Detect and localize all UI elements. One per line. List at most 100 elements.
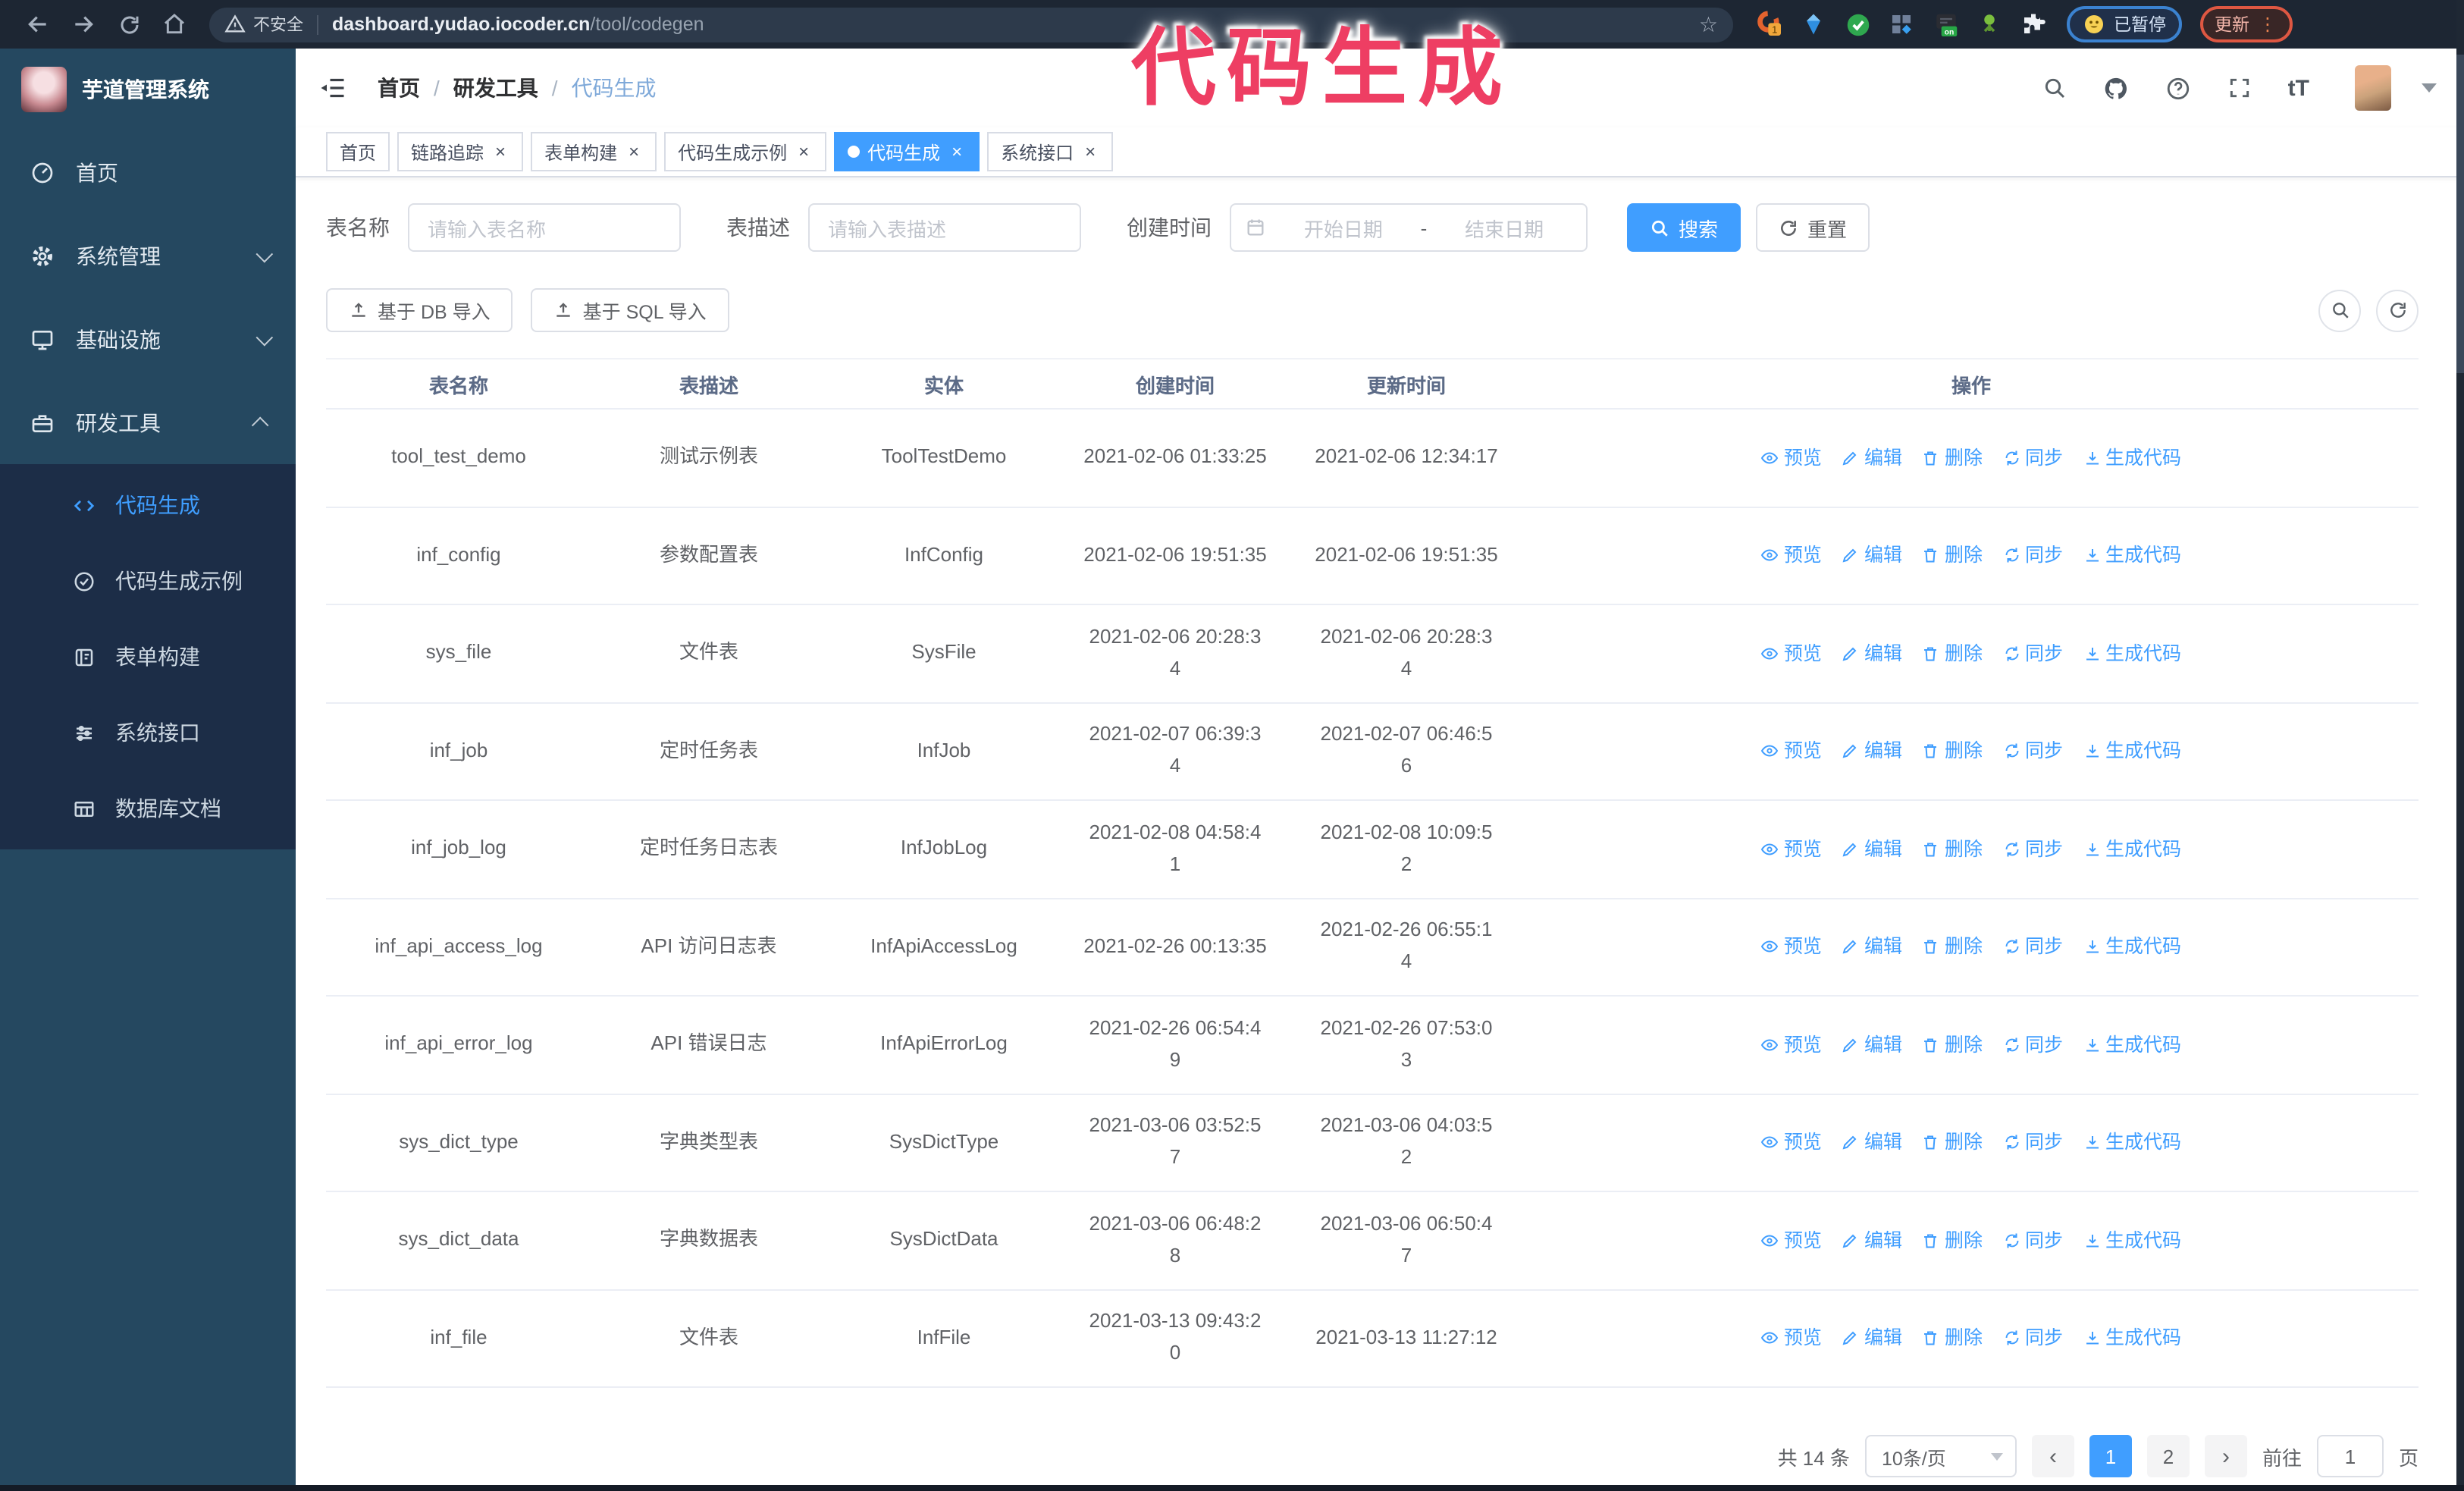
- tag-home[interactable]: 首页: [326, 132, 390, 171]
- generate-code-link[interactable]: 生成代码: [2083, 1226, 2181, 1256]
- generate-code-link[interactable]: 生成代码: [2083, 639, 2181, 669]
- date-range-picker[interactable]: 开始日期 - 结束日期: [1230, 203, 1588, 252]
- preview-link[interactable]: 预览: [1761, 443, 1822, 473]
- generate-code-link[interactable]: 生成代码: [2083, 541, 2181, 571]
- page-size-select[interactable]: 10条/页: [1864, 1435, 2017, 1477]
- delete-link[interactable]: 删除: [1922, 1030, 1983, 1060]
- preview-link[interactable]: 预览: [1761, 834, 1822, 865]
- sync-link[interactable]: 同步: [2002, 736, 2063, 767]
- sync-link[interactable]: 同步: [2002, 639, 2063, 669]
- sidebar-item-home[interactable]: 首页: [0, 130, 296, 214]
- fullscreen-button[interactable]: [2227, 76, 2252, 100]
- extensions-puzzle-icon[interactable]: [2018, 9, 2049, 39]
- generate-code-link[interactable]: 生成代码: [2083, 1128, 2181, 1158]
- generate-code-link[interactable]: 生成代码: [2083, 736, 2181, 767]
- delete-link[interactable]: 删除: [1922, 834, 1983, 865]
- extension-gem-icon[interactable]: [1798, 9, 1829, 39]
- bookmark-star-icon[interactable]: ☆: [1699, 11, 1718, 37]
- font-size-button[interactable]: tT: [2288, 75, 2309, 101]
- github-link[interactable]: [2103, 75, 2129, 101]
- search-button[interactable]: 搜索: [1627, 203, 1741, 252]
- sidebar-item-codegen-example[interactable]: 代码生成示例: [0, 543, 296, 619]
- delete-link[interactable]: 删除: [1922, 443, 1983, 473]
- sidebar-item-system-api[interactable]: 系统接口: [0, 695, 296, 771]
- goto-page-input[interactable]: 1: [2316, 1435, 2384, 1477]
- close-icon[interactable]: [625, 141, 643, 162]
- collapse-sidebar-button[interactable]: [320, 74, 347, 102]
- tag-tracing[interactable]: 链路追踪: [397, 132, 524, 171]
- page-button-1[interactable]: 1: [2089, 1435, 2132, 1477]
- edit-link[interactable]: 编辑: [1842, 736, 1902, 767]
- extension-check-icon[interactable]: [1842, 9, 1873, 39]
- edit-link[interactable]: 编辑: [1842, 1128, 1902, 1158]
- edit-link[interactable]: 编辑: [1842, 541, 1902, 571]
- edit-link[interactable]: 编辑: [1842, 1030, 1902, 1060]
- browser-forward-button[interactable]: [61, 5, 106, 44]
- close-icon[interactable]: [795, 141, 813, 162]
- tag-system-api[interactable]: 系统接口: [987, 132, 1114, 171]
- sidebar-item-devtools[interactable]: 研发工具: [0, 381, 296, 464]
- breadcrumb-devtools[interactable]: 研发工具: [453, 73, 538, 103]
- tag-form-builder[interactable]: 表单构建: [531, 132, 657, 171]
- sync-link[interactable]: 同步: [2002, 1030, 2063, 1060]
- scrollbar-thumb[interactable]: [2456, 55, 2464, 373]
- sync-link[interactable]: 同步: [2002, 932, 2063, 962]
- browser-home-button[interactable]: [152, 5, 197, 44]
- extension-grid-icon[interactable]: [1886, 9, 1917, 39]
- edit-link[interactable]: 编辑: [1842, 1226, 1902, 1256]
- generate-code-link[interactable]: 生成代码: [2083, 932, 2181, 962]
- extension-on-icon[interactable]: on: [1930, 9, 1961, 39]
- preview-link[interactable]: 预览: [1761, 736, 1822, 767]
- header-search-button[interactable]: [2042, 76, 2067, 100]
- breadcrumb-home[interactable]: 首页: [378, 73, 420, 103]
- toggle-search-button[interactable]: [2318, 289, 2361, 331]
- generate-code-link[interactable]: 生成代码: [2083, 443, 2181, 473]
- generate-code-link[interactable]: 生成代码: [2083, 1323, 2181, 1354]
- browser-update-button[interactable]: 更新 ⋮: [2199, 6, 2292, 42]
- sidebar-item-form-builder[interactable]: 表单构建: [0, 619, 296, 695]
- sidebar-item-infra[interactable]: 基础设施: [0, 297, 296, 381]
- sync-link[interactable]: 同步: [2002, 541, 2063, 571]
- browser-reload-button[interactable]: [106, 5, 152, 44]
- delete-link[interactable]: 删除: [1922, 541, 1983, 571]
- tag-codegen-example[interactable]: 代码生成示例: [664, 132, 827, 171]
- edit-link[interactable]: 编辑: [1842, 443, 1902, 473]
- avatar-caret-icon[interactable]: [2422, 83, 2437, 93]
- import-sql-button[interactable]: 基于 SQL 导入: [531, 288, 729, 332]
- preview-link[interactable]: 预览: [1761, 1030, 1822, 1060]
- delete-link[interactable]: 删除: [1922, 1323, 1983, 1354]
- delete-link[interactable]: 删除: [1922, 1128, 1983, 1158]
- generate-code-link[interactable]: 生成代码: [2083, 834, 2181, 865]
- edit-link[interactable]: 编辑: [1842, 1323, 1902, 1354]
- table-name-input[interactable]: 请输入表名称: [408, 203, 681, 252]
- preview-link[interactable]: 预览: [1761, 639, 1822, 669]
- refresh-table-button[interactable]: [2376, 289, 2419, 331]
- close-icon[interactable]: [491, 141, 509, 162]
- edit-link[interactable]: 编辑: [1842, 639, 1902, 669]
- delete-link[interactable]: 删除: [1922, 932, 1983, 962]
- browser-scrollbar[interactable]: [2456, 0, 2464, 1491]
- generate-code-link[interactable]: 生成代码: [2083, 1030, 2181, 1060]
- sidebar-item-db-docs[interactable]: 数据库文档: [0, 771, 296, 846]
- page-button-2[interactable]: 2: [2146, 1435, 2190, 1477]
- paused-extension-pill[interactable]: 已暂停: [2067, 6, 2181, 42]
- browser-back-button[interactable]: [15, 5, 61, 44]
- delete-link[interactable]: 删除: [1922, 1226, 1983, 1256]
- delete-link[interactable]: 删除: [1922, 736, 1983, 767]
- extension-green-figure-icon[interactable]: [1974, 9, 2005, 39]
- preview-link[interactable]: 预览: [1761, 541, 1822, 571]
- tag-codegen[interactable]: 代码生成: [834, 132, 980, 171]
- extension-colorpicker-icon[interactable]: 1: [1754, 9, 1785, 39]
- close-icon[interactable]: [1081, 141, 1099, 162]
- edit-link[interactable]: 编辑: [1842, 932, 1902, 962]
- table-desc-input[interactable]: 请输入表描述: [808, 203, 1081, 252]
- preview-link[interactable]: 预览: [1761, 932, 1822, 962]
- user-avatar[interactable]: [2355, 65, 2391, 111]
- sync-link[interactable]: 同步: [2002, 1226, 2063, 1256]
- sidebar-item-codegen[interactable]: 代码生成: [0, 467, 296, 543]
- preview-link[interactable]: 预览: [1761, 1323, 1822, 1354]
- kebab-menu-icon[interactable]: ⋮: [2259, 15, 2277, 33]
- sync-link[interactable]: 同步: [2002, 443, 2063, 473]
- sync-link[interactable]: 同步: [2002, 1323, 2063, 1354]
- prev-page-button[interactable]: [2031, 1435, 2074, 1477]
